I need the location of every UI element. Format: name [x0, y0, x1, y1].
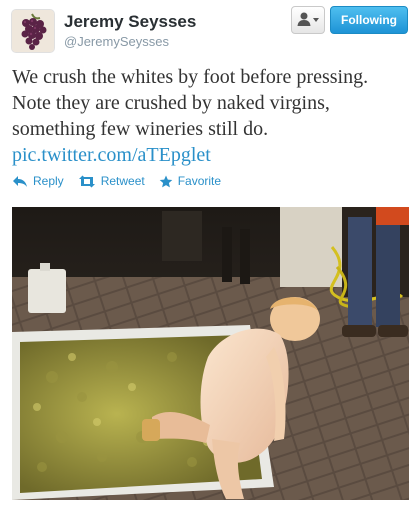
- user-actions-menu-button[interactable]: [291, 6, 325, 34]
- reply-arrow-icon: [13, 175, 27, 187]
- grape-crushing-photo: [12, 207, 409, 500]
- grapes-avatar-icon: [12, 10, 54, 52]
- star-icon: [159, 175, 173, 187]
- reply-label: Reply: [33, 174, 64, 188]
- favorite-label: Favorite: [177, 174, 222, 188]
- retweet-label: Retweet: [100, 174, 145, 188]
- user-name[interactable]: Jeremy Seysses: [64, 12, 196, 32]
- tweet-line: We crush the whites by foot before press…: [12, 66, 369, 88]
- retweet-icon: [78, 175, 95, 187]
- tweet-text: We crush the whites by foot before press…: [12, 64, 414, 168]
- tweet-line: something few wineries still do.: [12, 118, 269, 140]
- user-avatar[interactable]: [12, 10, 54, 52]
- person-dropdown-icon: [297, 12, 319, 26]
- tweet-photo[interactable]: [12, 207, 409, 500]
- user-handle[interactable]: @JeremySeysses: [64, 34, 169, 49]
- favorite-action[interactable]: Favorite: [159, 174, 221, 188]
- retweet-action[interactable]: Retweet: [78, 174, 145, 188]
- tweet-line: Note they are crushed by naked virgins,: [12, 92, 330, 114]
- reply-action[interactable]: Reply: [12, 174, 64, 188]
- tweet-actions: Reply Retweet Favorite: [12, 174, 235, 188]
- tweet-photo-link[interactable]: pic.twitter.com/aTEpglet: [12, 144, 211, 166]
- following-button[interactable]: Following: [330, 6, 408, 34]
